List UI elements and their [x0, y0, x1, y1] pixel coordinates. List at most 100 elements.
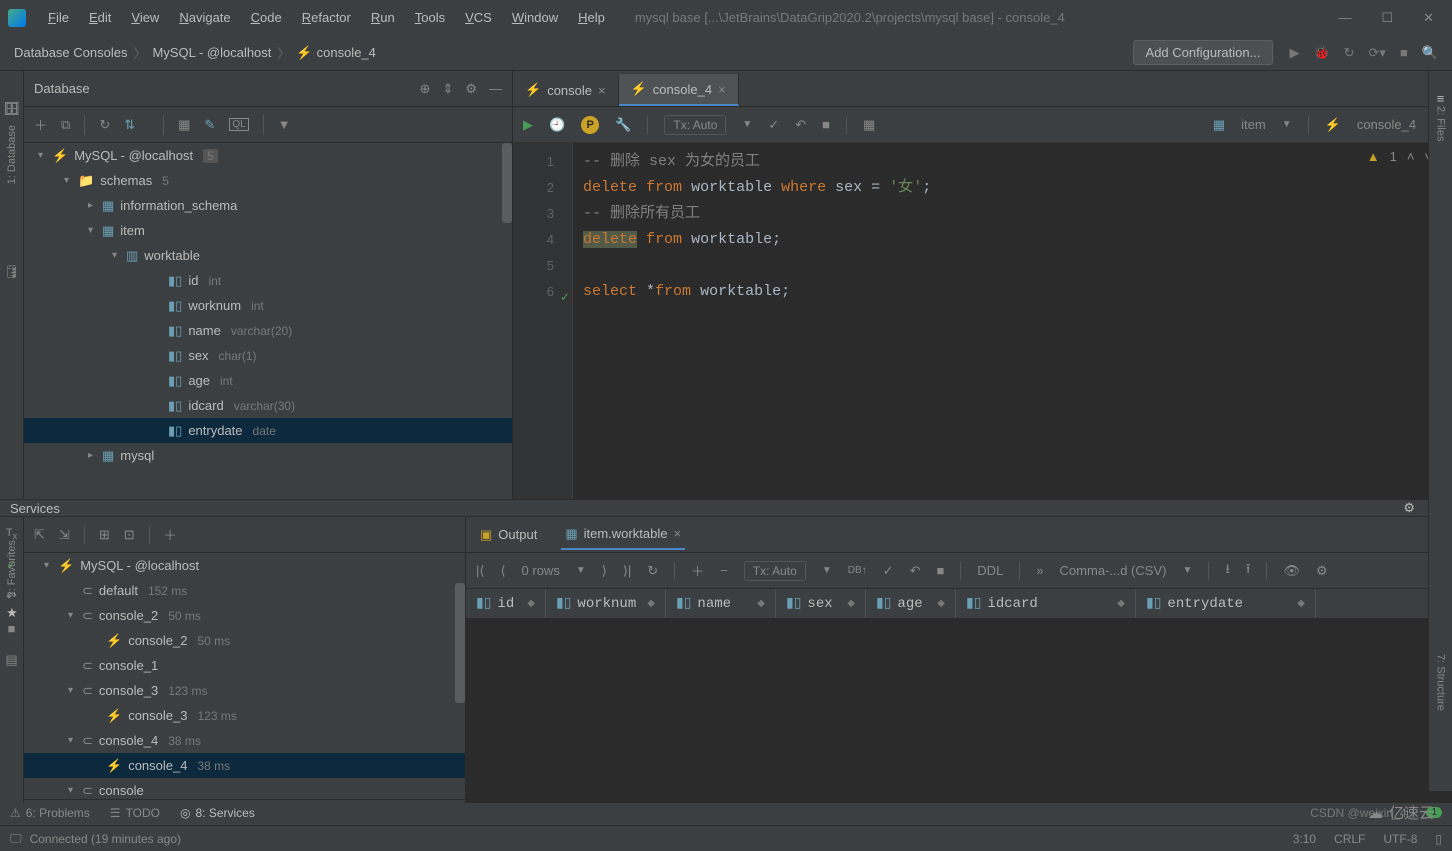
- search-icon[interactable]: 🔍: [1422, 45, 1438, 61]
- new-icon[interactable]: ＋: [34, 115, 47, 134]
- duplicate-icon[interactable]: ⧉: [61, 117, 70, 133]
- commit-icon[interactable]: ✓: [883, 563, 894, 579]
- hide-icon[interactable]: —: [489, 81, 502, 97]
- maximize-icon[interactable]: ☐: [1381, 10, 1393, 26]
- close-icon[interactable]: ×: [598, 83, 606, 98]
- tx-mode-select[interactable]: Tx: Auto: [744, 561, 806, 581]
- menu-file[interactable]: File: [38, 6, 79, 29]
- add-icon[interactable]: ＋: [164, 525, 177, 544]
- rollback-icon[interactable]: ↶: [795, 117, 806, 133]
- ddl-button[interactable]: DDL: [977, 563, 1003, 578]
- layout-icon[interactable]: ▤: [5, 652, 17, 668]
- run-icon[interactable]: ▶: [1289, 45, 1299, 61]
- add-configuration-button[interactable]: Add Configuration...: [1133, 40, 1274, 65]
- tab-console[interactable]: ⚡ console ×: [513, 74, 619, 106]
- execute-icon[interactable]: ▶: [523, 117, 533, 133]
- column-entrydate[interactable]: ▮▯ entrydate◆: [1136, 589, 1316, 618]
- tree-row[interactable]: ▸▦mysql: [24, 443, 512, 468]
- column-age[interactable]: ▮▯ age◆: [866, 589, 956, 618]
- star-icon[interactable]: ★: [6, 605, 18, 621]
- crumb-db-consoles[interactable]: Database Consoles: [14, 45, 127, 60]
- sync-icon[interactable]: ⇅: [124, 117, 135, 133]
- filter-icon[interactable]: ▼: [278, 117, 291, 132]
- crumb-connection[interactable]: MySQL - @localhost: [152, 45, 271, 60]
- ql-icon[interactable]: QL: [229, 118, 248, 131]
- column-sex[interactable]: ▮▯ sex◆: [776, 589, 866, 618]
- more-icon[interactable]: »: [1036, 563, 1043, 578]
- collapse-icon[interactable]: ⇕: [442, 81, 453, 97]
- tree-row[interactable]: ▮▯entrydatedate: [24, 418, 512, 443]
- tree-row[interactable]: ⚡console_438 ms: [24, 753, 465, 778]
- reload-icon[interactable]: ↻: [647, 563, 658, 579]
- editor-body[interactable]: 123456✓ -- 删除 sex 为女的员工delete from workt…: [513, 143, 1452, 499]
- menu-vcs[interactable]: VCS: [455, 6, 502, 29]
- column-name[interactable]: ▮▯ name◆: [666, 589, 776, 618]
- menu-navigate[interactable]: Navigate: [169, 6, 240, 29]
- tree-row[interactable]: ▾⊂console_3123 ms: [24, 678, 465, 703]
- crumb-console[interactable]: console_4: [317, 45, 376, 60]
- gear-icon[interactable]: ⚙: [465, 81, 477, 97]
- tree-row[interactable]: ▾⊂console: [24, 778, 465, 803]
- add-row-icon[interactable]: ＋: [691, 561, 704, 580]
- menu-edit[interactable]: Edit: [79, 6, 121, 29]
- column-idcard[interactable]: ▮▯ idcard◆: [956, 589, 1136, 618]
- services-tree[interactable]: ▾⚡MySQL - @localhost⊂default152 ms▾⊂cons…: [24, 553, 465, 803]
- close-icon[interactable]: ×: [718, 82, 726, 97]
- services-tab[interactable]: ◎8: Services: [180, 806, 255, 820]
- eye-icon[interactable]: 👁: [1283, 563, 1300, 579]
- indent-icon[interactable]: ▯: [1435, 832, 1442, 846]
- prev-highlight-icon[interactable]: ˄: [1407, 149, 1415, 164]
- remove-row-icon[interactable]: −: [720, 563, 728, 578]
- refresh-icon[interactable]: ↻: [1344, 45, 1355, 61]
- favorites-label[interactable]: 2: Favorites: [6, 540, 18, 597]
- database-tree[interactable]: ▾⚡MySQL - @localhost5▾📁schemas5▸▦informa…: [24, 143, 512, 499]
- target-icon[interactable]: ⊕: [420, 81, 431, 97]
- commit-icon[interactable]: ✓: [768, 117, 779, 133]
- revert-icon[interactable]: ↶: [910, 563, 921, 579]
- close-icon[interactable]: ✕: [1423, 10, 1434, 26]
- encoding[interactable]: UTF-8: [1383, 832, 1417, 846]
- row-count[interactable]: 0 rows: [522, 563, 560, 578]
- last-page-icon[interactable]: ⟩|: [623, 563, 631, 579]
- download-icon[interactable]: ⭳: [1225, 560, 1230, 582]
- menu-help[interactable]: Help: [568, 6, 615, 29]
- tree-row[interactable]: ▾▥worktable: [24, 243, 512, 268]
- tree-row[interactable]: ▮▯sexchar(1): [24, 343, 512, 368]
- database-stripe-icon[interactable]: 🗄: [3, 101, 20, 117]
- tree-row[interactable]: ▮▯namevarchar(20): [24, 318, 512, 343]
- column-id[interactable]: ▮▯ id◆: [466, 589, 546, 618]
- gear-icon[interactable]: ⚙: [1403, 500, 1415, 516]
- result-tab[interactable]: ▦ item.worktable ×: [561, 520, 685, 550]
- tree-row[interactable]: ▸▦information_schema: [24, 193, 512, 218]
- files-stripe-label[interactable]: 2: Files: [1435, 106, 1447, 141]
- menu-code[interactable]: Code: [241, 6, 292, 29]
- minimize-icon[interactable]: —: [1338, 10, 1351, 26]
- plan-icon[interactable]: P: [581, 116, 599, 134]
- tree-row[interactable]: ⚡console_3123 ms: [24, 703, 465, 728]
- build-icon[interactable]: ⟳▾: [1369, 45, 1386, 61]
- output-tab[interactable]: ▣ Output: [476, 521, 541, 549]
- database-stripe-label[interactable]: 1: Database: [6, 125, 18, 184]
- menu-run[interactable]: Run: [361, 6, 405, 29]
- export-format[interactable]: Comma-...d (CSV): [1060, 563, 1167, 578]
- grid-body[interactable]: [466, 619, 1452, 803]
- expand-icon[interactable]: ⇱: [34, 527, 45, 543]
- filter-icon[interactable]: ⊡: [124, 527, 135, 543]
- cancel-icon[interactable]: ■: [936, 563, 944, 578]
- datasource-stripe-icon[interactable]: 🛢: [4, 264, 20, 280]
- stop-icon[interactable]: ■: [8, 621, 16, 636]
- scrollbar-thumb[interactable]: [502, 143, 512, 223]
- settings-icon[interactable]: ⚙: [1316, 563, 1328, 579]
- files-stripe-icon[interactable]: ≡: [1437, 91, 1445, 106]
- next-page-icon[interactable]: ⟩: [602, 563, 607, 579]
- tree-row[interactable]: ▾⊂console_250 ms: [24, 603, 465, 628]
- stop-icon[interactable]: ■: [822, 117, 830, 132]
- context-console[interactable]: console_4: [1357, 117, 1416, 132]
- stop-icon[interactable]: ■: [1400, 45, 1408, 60]
- menu-view[interactable]: View: [121, 6, 169, 29]
- history-icon[interactable]: 🕘: [549, 117, 565, 133]
- tree-row[interactable]: ▾▦item: [24, 218, 512, 243]
- tx-mode-select[interactable]: Tx: Auto: [664, 115, 726, 135]
- column-worknum[interactable]: ▮▯ worknum◆: [546, 589, 666, 618]
- tab-console-4[interactable]: ⚡ console_4 ×: [619, 74, 739, 106]
